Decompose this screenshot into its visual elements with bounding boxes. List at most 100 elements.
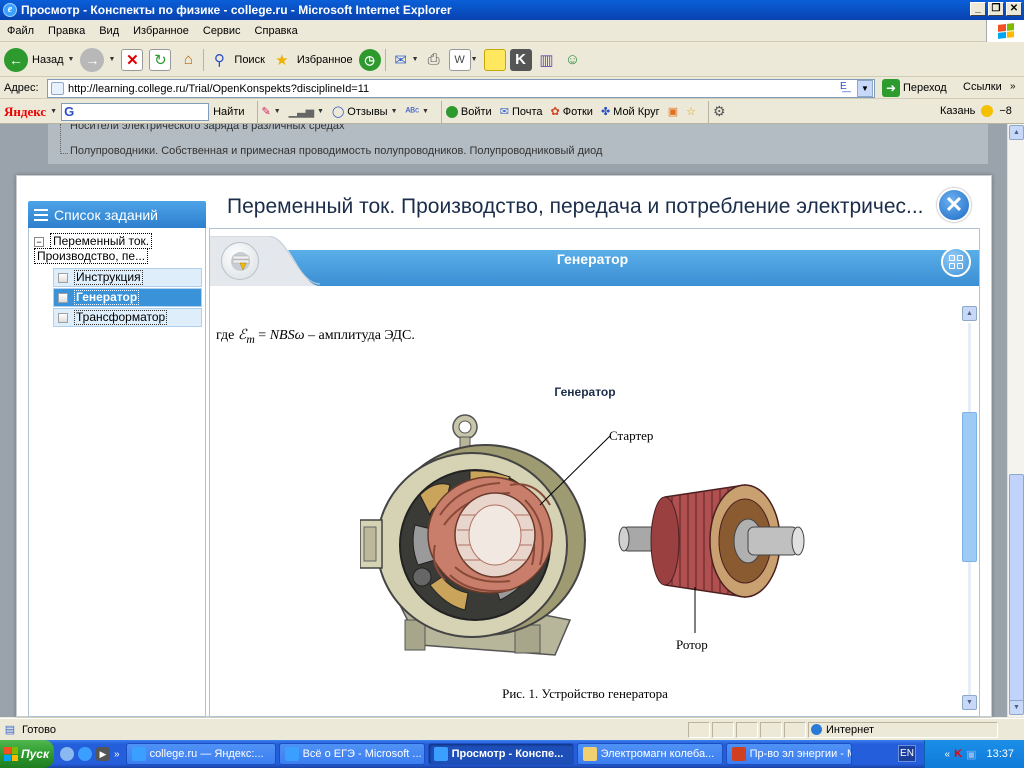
topic-tree-node[interactable]: − Переменный ток. Производство, пе... (34, 233, 164, 264)
research-icon[interactable]: ▥ (536, 49, 558, 71)
photos-button[interactable]: ✿ Фотки (550, 105, 592, 119)
task-label: Всё о ЕГЭ - Microsoft ... (302, 748, 422, 760)
favorites-label: Избранное (296, 53, 353, 66)
quick-launch-more-icon[interactable]: » (114, 749, 120, 760)
taskbar-task[interactable]: college.ru — Яндекс:... (125, 743, 276, 765)
links-chevron-icon[interactable]: » (1010, 81, 1016, 92)
task-checkbox[interactable] (58, 272, 68, 283)
edit-dropdown-icon[interactable]: ▼ (471, 56, 478, 63)
pencil-icon[interactable]: ✎ ▼ (262, 105, 281, 118)
bg-list-item[interactable]: Носители электрического заряда в различн… (70, 124, 344, 132)
task-item-generator[interactable]: Генератор (53, 288, 202, 307)
quick-launch: ▶ » (54, 747, 126, 761)
task-checkbox[interactable] (58, 312, 68, 323)
ie-icon: e (3, 3, 17, 17)
taskbar-task-active[interactable]: Просмотр - Конспе... (427, 743, 574, 765)
notes-icon[interactable] (483, 48, 506, 71)
back-button[interactable]: ← Назад ▼ (4, 47, 75, 72)
grid-view-button[interactable] (941, 247, 971, 277)
content-scroll-down-icon[interactable]: ▼ (962, 695, 977, 710)
minimize-button[interactable]: _ (970, 2, 986, 16)
system-tray: « K ▣ 13:37 (924, 740, 1024, 768)
menu-favorites[interactable]: Избранное (126, 25, 196, 37)
mail-button[interactable]: ✉ Почта (500, 105, 543, 119)
taskbar-task[interactable]: Электромагн колеба... (576, 743, 723, 765)
restore-button[interactable]: ❐ (988, 2, 1004, 16)
security-zone[interactable]: Интернет (808, 721, 998, 738)
back-dropdown-icon[interactable]: ▼ (68, 56, 75, 63)
reviews-button[interactable]: ◯ Отзывы ▼ (332, 105, 398, 119)
menu-help[interactable]: Справка (248, 25, 305, 37)
globe-icon (811, 724, 822, 735)
mail-dropdown-icon[interactable]: ▼ (412, 56, 419, 63)
scroll-up-icon[interactable]: ▲ (1009, 125, 1024, 140)
stop-icon[interactable]: ✕ (121, 48, 144, 71)
forward-arrow-icon: → (80, 47, 105, 72)
task-checkbox[interactable] (58, 292, 68, 303)
taskbar-task[interactable]: Пр-во эл энергии - Mi... (725, 743, 852, 765)
media-quick-icon[interactable]: ▶ (96, 747, 110, 761)
tray-expand-icon[interactable]: « (945, 749, 951, 760)
menu-view[interactable]: Вид (92, 25, 126, 37)
print-icon[interactable]: ⎙ (423, 49, 445, 71)
mail-icon[interactable]: ✉ (390, 49, 412, 71)
collapse-icon[interactable]: − (34, 236, 44, 247)
messenger-icon[interactable]: ☺ (562, 49, 584, 71)
menu-edit[interactable]: Правка (41, 25, 92, 37)
start-button[interactable]: Пуск (0, 740, 54, 768)
stator-label: Стартер (609, 428, 654, 443)
word-edit-icon[interactable]: W (448, 48, 471, 71)
forward-button[interactable]: → ▼ (80, 47, 115, 72)
my-circle-button[interactable]: ✤ Мой Круг (601, 105, 660, 119)
home-icon[interactable]: ⌂ (177, 49, 199, 71)
menu-file[interactable]: Файл (0, 25, 41, 37)
market-icon[interactable]: ▣ (668, 105, 678, 118)
spellcheck-icon[interactable]: ᴬᴮᶜ ▼ (406, 106, 429, 118)
ie-quick-icon[interactable] (78, 747, 92, 761)
yandex-find-button[interactable]: Найти (213, 106, 244, 118)
url-dropdown-icon[interactable]: ▼ (857, 80, 873, 97)
emf-formula: где ℰm = NBSω – амплитуда ЭДС. (216, 327, 415, 346)
yandex-dropdown-icon[interactable]: ▼ (50, 108, 57, 115)
content-scroll-up-icon[interactable]: ▲ (962, 306, 977, 321)
links-button[interactable]: Ссылки (963, 81, 1002, 93)
go-button[interactable]: ➜ Переход (882, 79, 947, 97)
settings-gear-icon[interactable]: ⚙ (713, 103, 726, 120)
bg-list-item[interactable]: Полупроводники. Собственная и примесная … (70, 145, 602, 157)
yandex-search-input[interactable]: G (61, 102, 210, 121)
window-title-bar[interactable]: e Просмотр - Конспекты по физике - colle… (0, 0, 1024, 20)
menu-tools[interactable]: Сервис (196, 25, 248, 37)
forward-dropdown-icon[interactable]: ▼ (108, 56, 115, 63)
reviews-label: Отзывы (347, 105, 388, 118)
history-icon[interactable]: ◷ (358, 48, 381, 71)
url-input[interactable]: http://learning.college.ru/Trial/OpenKon… (47, 79, 875, 98)
kaspersky-icon[interactable]: K (954, 748, 962, 760)
language-indicator[interactable]: EN (898, 745, 916, 762)
yandex-logo[interactable]: Яндекс (4, 104, 46, 120)
star-add-icon[interactable]: ☆ (686, 105, 696, 118)
k-app-icon[interactable]: K (509, 48, 532, 71)
mail-quick-icon[interactable] (60, 747, 74, 761)
network-icon[interactable]: ▣ (966, 748, 976, 761)
weather-widget[interactable]: Казань −8 (940, 105, 1012, 117)
dialog-close-button[interactable]: ✕ (937, 188, 971, 222)
page-scrollbar[interactable]: ▲ ▼ (1007, 124, 1024, 717)
task-item-instruction[interactable]: Инструкция (53, 268, 202, 287)
refresh-icon[interactable]: ↻ (149, 48, 172, 71)
grid-icon (949, 255, 963, 269)
taskbar-task[interactable]: Всё о ЕГЭ - Microsoft ... (278, 743, 425, 765)
content-scroll-thumb[interactable] (962, 412, 977, 562)
bars-icon[interactable]: ▁▃▅ ▼ (289, 105, 324, 118)
content-scrollbar[interactable]: ▲ ▼ (961, 305, 978, 713)
section-icon-button[interactable] (221, 242, 259, 280)
close-window-button[interactable]: ✕ (1006, 2, 1022, 16)
clock[interactable]: 13:37 (986, 748, 1014, 760)
login-button[interactable]: Войти (445, 105, 492, 118)
scroll-down-icon[interactable]: ▼ (1009, 700, 1024, 715)
task-item-transformer[interactable]: Трансформатор (53, 308, 202, 327)
scrollbar-thumb[interactable] (1009, 474, 1024, 704)
compat-icon[interactable]: E͟ (840, 81, 847, 92)
favorites-button[interactable]: ★ Избранное (271, 49, 353, 71)
ie-task-icon (131, 747, 146, 761)
search-button[interactable]: ⚲ Поиск (208, 49, 265, 71)
